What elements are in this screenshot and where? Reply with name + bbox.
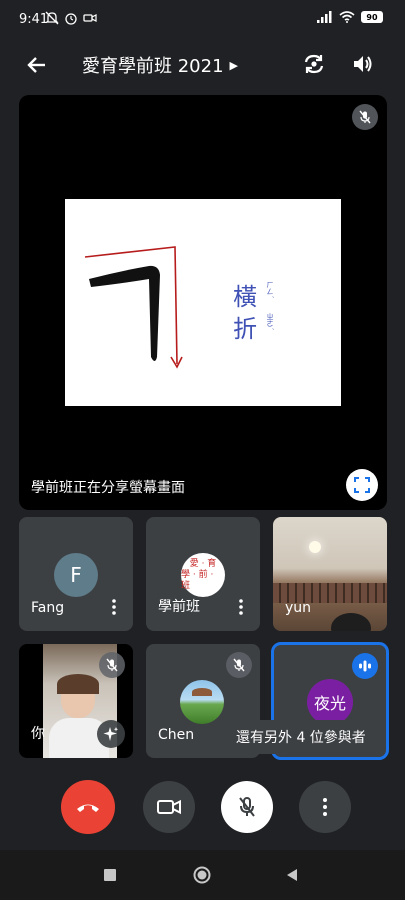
participant-name: Chen — [158, 727, 195, 743]
recents-button[interactable] — [99, 864, 121, 886]
mic-off-icon — [106, 658, 118, 672]
speaker-icon — [354, 56, 372, 72]
square-icon — [104, 869, 116, 881]
mic-off-icon — [239, 797, 255, 817]
switch-camera-icon — [304, 54, 324, 74]
avatar-initial: F — [70, 563, 82, 587]
more-vert-icon — [239, 599, 243, 615]
video-camera-icon — [157, 799, 181, 815]
avatar-chen — [180, 680, 224, 724]
audio-output-button[interactable] — [349, 50, 377, 78]
speaking-indicator — [352, 653, 378, 679]
gazebo-roof — [192, 688, 212, 696]
switch-camera-button[interactable] — [300, 50, 328, 78]
back-nav-button[interactable] — [281, 864, 303, 886]
triangle-back-icon — [287, 869, 297, 881]
status-icons — [45, 11, 97, 25]
video-status-icon — [83, 14, 97, 22]
mic-off-icon — [359, 110, 371, 124]
more-participants-text: 還有另外 4 位參與者 — [236, 730, 366, 746]
more-options-button[interactable] — [299, 781, 351, 833]
camera-toggle-button[interactable] — [143, 781, 195, 833]
mic-toggle-button[interactable] — [221, 781, 273, 833]
sparkle-icon — [103, 727, 119, 741]
fullscreen-icon — [354, 477, 370, 493]
end-call-icon — [77, 804, 99, 812]
signal-icon — [317, 11, 332, 23]
person-head — [331, 613, 371, 631]
participant-tile-yun[interactable]: yun — [273, 517, 387, 631]
audio-level-icon — [359, 660, 371, 672]
slide-char-zhe: 折 — [233, 315, 257, 343]
participant-tile-preschool[interactable]: 愛 · 育 學 · 前 · 班 學前班 — [146, 517, 260, 631]
ceiling-light — [309, 541, 321, 553]
chevron-right-icon: ▶ — [229, 58, 238, 72]
system-navigation-bar — [0, 850, 405, 900]
participant-name: Fang — [31, 600, 65, 616]
status-time: 9:41 — [19, 12, 49, 27]
more-participants-chip[interactable]: 還有另外 4 位參與者 — [222, 720, 380, 754]
person-hair — [57, 674, 99, 694]
share-status-label: 學前班正在分享螢幕畫面 — [31, 480, 185, 496]
mic-off-icon — [233, 658, 245, 672]
fullscreen-button[interactable] — [346, 469, 378, 501]
battery-indicator: 90 — [361, 11, 383, 23]
shared-slide: 橫 ㄏㄥˊ 折 ㄓㄜˊ — [65, 199, 341, 406]
participant-name: 你 — [31, 726, 45, 742]
home-button[interactable] — [191, 864, 213, 886]
slide-ruby-heng: ㄏㄥˊ — [266, 281, 274, 299]
status-bar: 9:41 90 — [0, 0, 405, 38]
self-mic-off-badge — [99, 652, 125, 678]
more-options-button[interactable] — [232, 596, 250, 618]
more-options-button[interactable] — [105, 596, 123, 618]
avatar-preschool-logo: 愛 · 育 學 · 前 · 班 — [181, 553, 225, 597]
status-right: 90 — [317, 11, 383, 23]
more-vert-icon — [323, 798, 327, 816]
participant-tile-self[interactable]: 你 — [19, 644, 133, 758]
back-arrow-icon — [27, 57, 45, 73]
participant-tile-fang[interactable]: F Fang — [19, 517, 133, 631]
effects-button[interactable] — [97, 720, 125, 748]
alarm-icon — [65, 13, 77, 25]
logo-line-1: 愛 · 育 — [189, 558, 217, 569]
chen-mic-off-badge — [226, 652, 252, 678]
avatar-yeguang: 夜光 — [307, 679, 353, 725]
screen-share-tile[interactable]: 橫 ㄏㄥˊ 折 ㄓㄜˊ 學前班正在分享螢幕畫面 — [19, 95, 387, 510]
wifi-icon — [339, 11, 355, 23]
meeting-header: 愛育學前班 2021 ▶ — [0, 38, 405, 90]
circle-icon — [193, 866, 211, 884]
end-call-button[interactable] — [61, 780, 115, 834]
more-vert-icon — [112, 599, 116, 615]
main-mic-off-badge — [352, 104, 378, 130]
avatar-label: 夜光 — [313, 694, 346, 713]
meeting-title[interactable]: 愛育學前班 2021 ▶ — [82, 52, 238, 78]
back-button[interactable] — [24, 52, 50, 78]
call-controls — [0, 778, 405, 838]
avatar-fang: F — [54, 553, 98, 597]
participant-name: 學前班 — [158, 599, 200, 615]
mute-notification-icon — [45, 11, 59, 25]
stroke-diagram — [84, 246, 183, 369]
participant-name: yun — [285, 600, 312, 616]
logo-line-2: 學 · 前 · 班 — [181, 569, 214, 591]
meeting-title-text: 愛育學前班 2021 — [82, 56, 224, 77]
slide-char-heng: 橫 — [233, 283, 257, 311]
slide-ruby-zhe: ㄓㄜˊ — [266, 313, 274, 331]
